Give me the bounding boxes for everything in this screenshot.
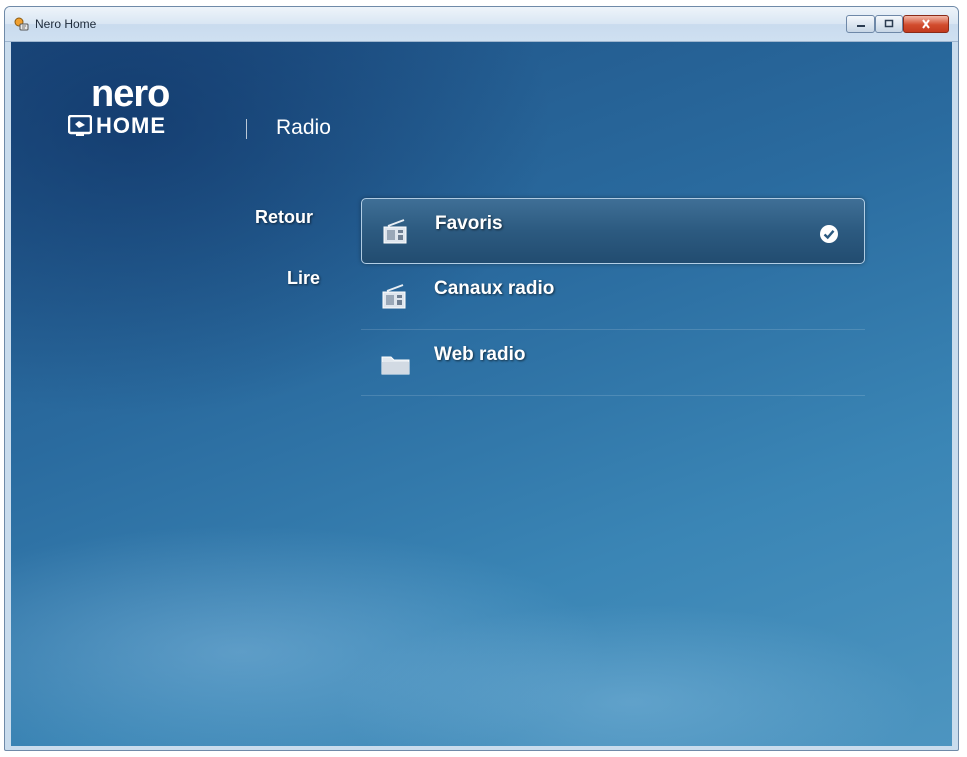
- logo-product-text: HOME: [96, 113, 166, 138]
- logo-brand-text: nero: [91, 73, 170, 115]
- app-window: Nero Home nero HOME Radio Retour Lire Fa…: [4, 6, 959, 751]
- menu-item-web-radio[interactable]: Web radio: [361, 330, 865, 396]
- nero-home-logo: nero HOME: [66, 73, 226, 138]
- close-button[interactable]: [903, 15, 949, 33]
- main-content: nero HOME Radio Retour Lire Favoris Cana…: [11, 42, 952, 746]
- menu-item-label: Web radio: [434, 344, 526, 365]
- menu-item-label: Canaux radio: [434, 278, 555, 299]
- play-button[interactable]: Lire: [287, 268, 320, 289]
- menu-item-label: Favoris: [435, 213, 503, 234]
- restore-icon: [884, 19, 894, 28]
- close-icon: [922, 19, 930, 29]
- title-separator: [246, 119, 247, 139]
- back-button[interactable]: Retour: [255, 207, 313, 228]
- tv-icon: [68, 115, 92, 136]
- minimize-button[interactable]: [846, 15, 875, 33]
- check-circle-icon: [820, 225, 838, 243]
- menu-item-canaux-radio[interactable]: Canaux radio: [361, 264, 865, 330]
- window-title: Nero Home: [35, 17, 97, 31]
- title-bar[interactable]: Nero Home: [5, 7, 958, 42]
- nero-app-icon: [14, 17, 29, 31]
- radio-icon: [382, 284, 406, 309]
- menu-item-favoris[interactable]: Favoris: [361, 198, 865, 264]
- minimize-icon: [856, 25, 865, 27]
- page-title: Radio: [276, 116, 331, 139]
- maximize-button[interactable]: [875, 15, 903, 33]
- radio-icon: [383, 219, 407, 244]
- radio-menu: Favoris Canaux radio Web radio: [361, 198, 865, 396]
- folder-icon: [381, 356, 410, 375]
